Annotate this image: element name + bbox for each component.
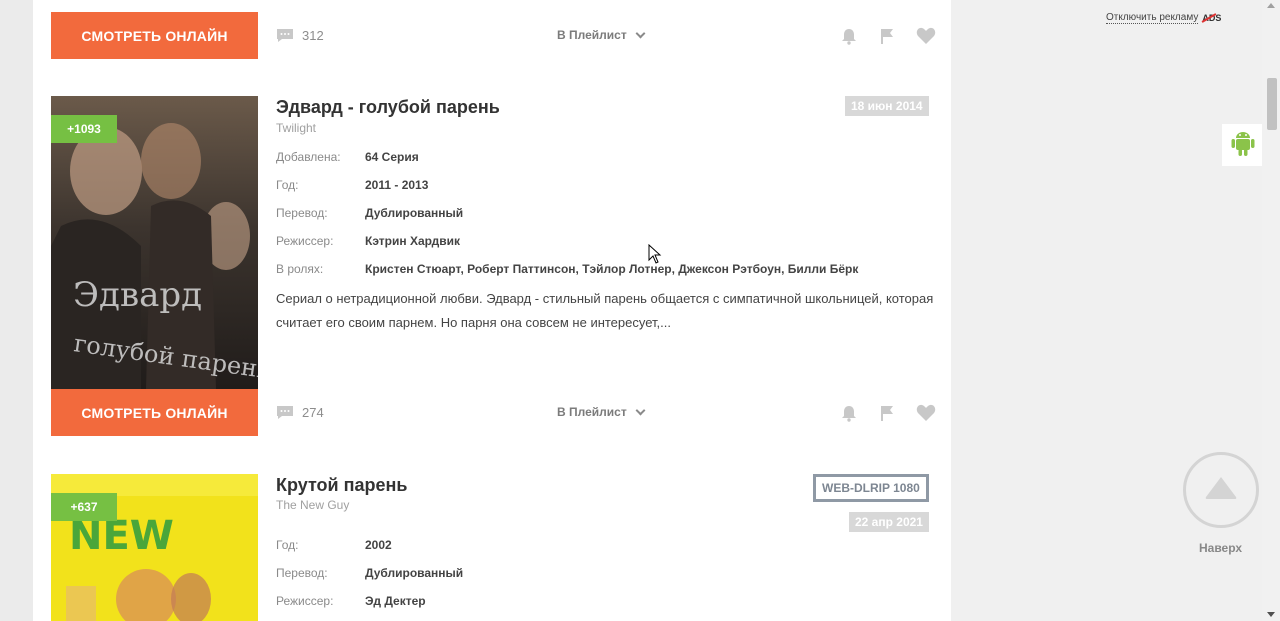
disable-ads-label[interactable]: Отключить рекламу <box>1106 12 1199 24</box>
poster-image[interactable]: Эдвард голубой парень +1093 <box>51 96 258 389</box>
comments-count[interactable]: 312 <box>276 28 324 43</box>
info-year: Год: 2011 - 2013 <box>276 178 428 192</box>
scroll-to-top-button[interactable] <box>1183 452 1259 528</box>
poster-text: Эдвард <box>73 275 202 315</box>
info-value[interactable]: Кэтрин Хардвик <box>365 234 460 248</box>
right-sidebar <box>951 0 1262 621</box>
heart-icon[interactable] <box>916 404 936 427</box>
item-original-title: Twilight <box>276 121 317 135</box>
cursor-icon <box>648 243 662 269</box>
comment-icon <box>276 405 294 420</box>
info-value[interactable]: Кристен Стюарт, Роберт Паттинсон, Тэйлор… <box>365 262 858 276</box>
info-director: Режиссер: Эд Дектер <box>276 594 426 608</box>
heart-icon[interactable] <box>916 27 936 50</box>
item-original-title: The New Guy <box>276 498 350 512</box>
date-badge: 22 апр 2021 <box>849 512 929 532</box>
info-value[interactable]: 2002 <box>365 538 392 552</box>
info-label: Добавлена: <box>276 150 341 164</box>
watch-online-button[interactable]: СМОТРЕТЬ ОНЛАЙН <box>51 12 258 59</box>
item-actions <box>820 27 936 50</box>
playlist-label: В Плейлист <box>557 405 627 419</box>
ads-logo: ADS <box>1202 13 1222 23</box>
disable-ads-link[interactable]: Отключить рекламу ADS <box>1106 12 1221 24</box>
info-translation: Перевод: Дублированный <box>276 206 463 220</box>
comment-icon <box>276 28 294 43</box>
date-badge: 18 июн 2014 <box>845 96 929 116</box>
rating-badge: +637 <box>51 493 117 521</box>
arrow-up-icon <box>1204 475 1238 506</box>
scroll-up-arrow[interactable] <box>1267 3 1275 8</box>
info-value[interactable]: Эд Дектер <box>365 594 426 608</box>
info-translation: Перевод: Дублированный <box>276 566 463 580</box>
info-label: Режиссер: <box>276 594 334 608</box>
comments-count-value: 274 <box>302 405 324 420</box>
info-label: Год: <box>276 538 299 552</box>
info-cast: В ролях: Кристен Стюарт, Роберт Паттинсо… <box>276 262 858 276</box>
flag-icon[interactable] <box>878 404 896 427</box>
quality-badge: WEB-DLRIP 1080 <box>813 474 929 502</box>
bell-icon[interactable] <box>840 27 858 50</box>
info-label: Год: <box>276 178 299 192</box>
info-value: 64 Серия <box>365 150 419 164</box>
rating-badge: +1093 <box>51 115 117 143</box>
watch-online-button[interactable]: СМОТРЕТЬ ОНЛАЙН <box>51 389 258 436</box>
item-title[interactable]: Эдвард - голубой парень <box>276 97 500 118</box>
item-title[interactable]: Крутой парень <box>276 475 407 496</box>
playlist-dropdown[interactable]: В Плейлист <box>557 405 646 419</box>
page-scrollbar[interactable] <box>1262 0 1280 621</box>
android-icon <box>1230 129 1256 162</box>
chevron-down-icon <box>635 28 646 38</box>
comments-count[interactable]: 274 <box>276 405 324 420</box>
info-label: Режиссер: <box>276 234 334 248</box>
info-label: Перевод: <box>276 206 328 220</box>
info-director: Режиссер: Кэтрин Хардвик <box>276 234 460 248</box>
item-description: Сериал о нетрадиционной любви. Эдвард - … <box>276 291 934 330</box>
chevron-down-icon <box>635 405 646 415</box>
info-value[interactable]: Дублированный <box>365 206 463 220</box>
item-actions <box>820 404 936 427</box>
playlist-label: В Плейлист <box>557 28 627 42</box>
info-label: В ролях: <box>276 262 324 276</box>
info-value[interactable]: 2011 - 2013 <box>365 178 428 192</box>
bell-icon[interactable] <box>840 404 858 427</box>
info-value[interactable]: Дублированный <box>365 566 463 580</box>
info-added: Добавлена: 64 Серия <box>276 150 419 164</box>
scroll-down-arrow[interactable] <box>1267 612 1275 617</box>
poster-image[interactable]: NEW . +637 <box>51 474 258 621</box>
scrollbar-thumb[interactable] <box>1267 78 1277 130</box>
comments-count-value: 312 <box>302 28 324 43</box>
flag-icon[interactable] <box>878 27 896 50</box>
info-year: Год: 2002 <box>276 538 392 552</box>
scroll-to-top-label[interactable]: Наверх <box>1199 541 1242 555</box>
info-label: Перевод: <box>276 566 328 580</box>
android-app-button[interactable] <box>1222 124 1264 166</box>
playlist-dropdown[interactable]: В Плейлист <box>557 28 646 42</box>
